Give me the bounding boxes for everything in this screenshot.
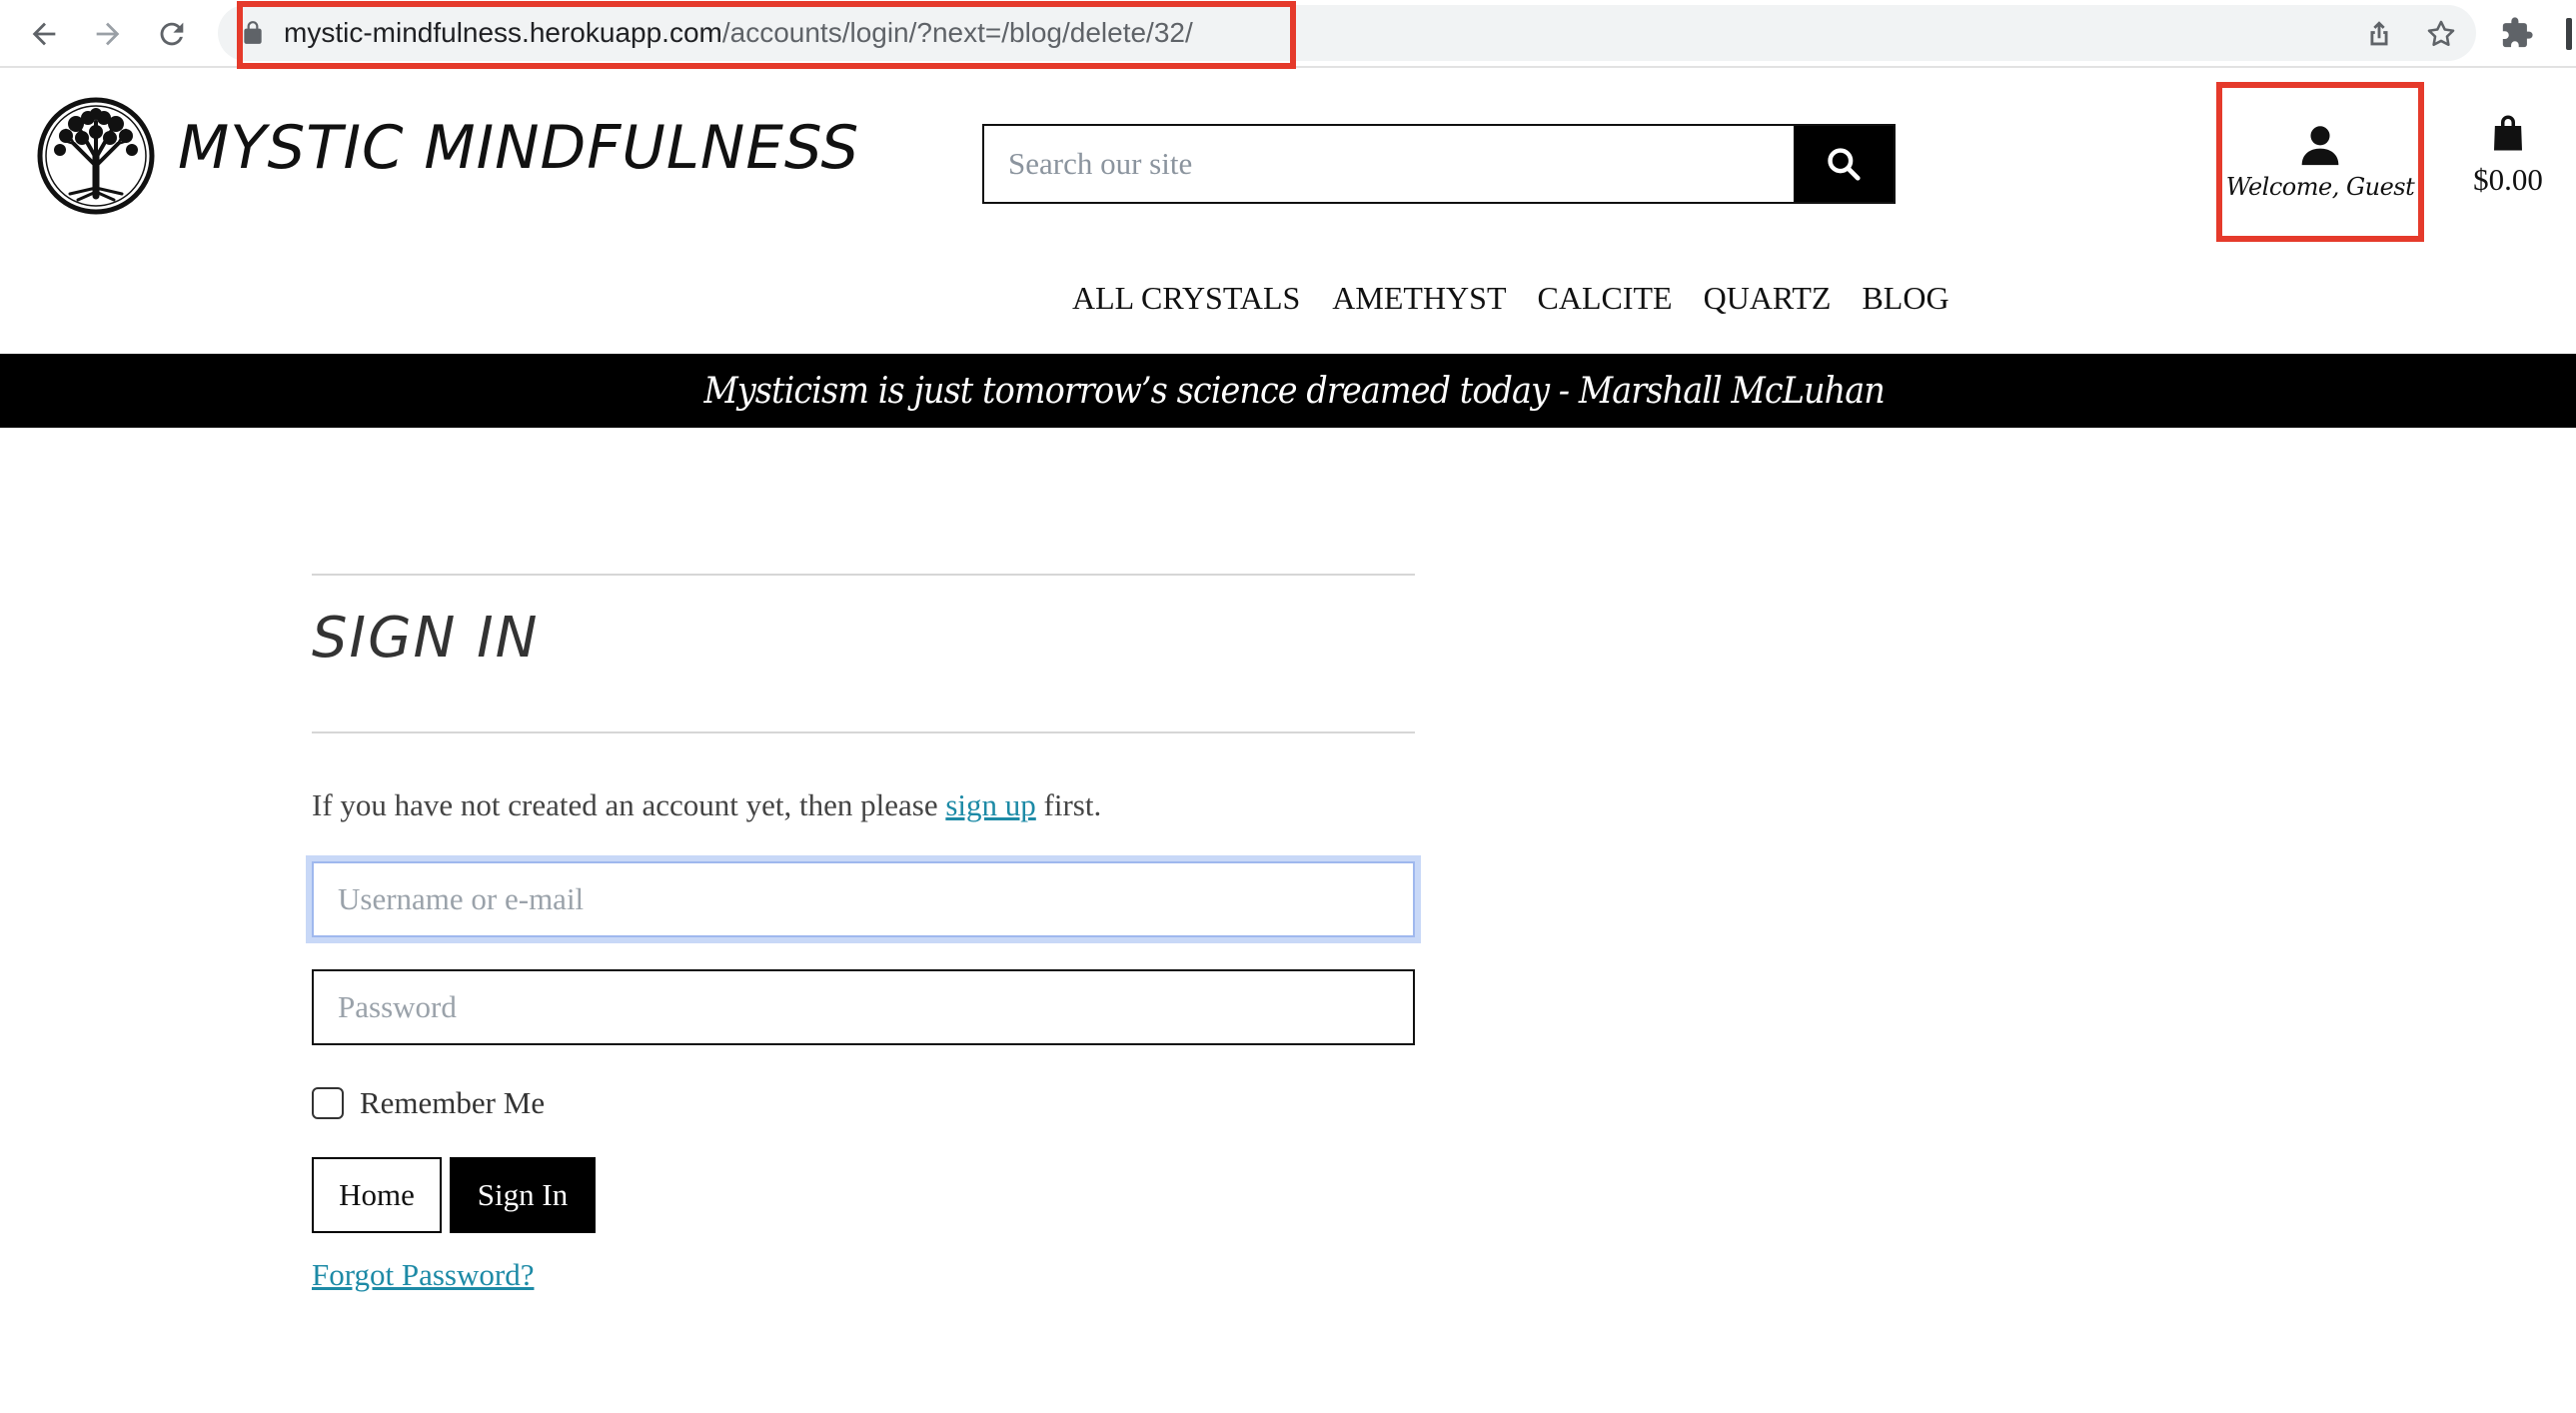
remember-me-checkbox[interactable]	[312, 1087, 344, 1119]
search-icon	[1828, 148, 1861, 181]
password-input[interactable]	[312, 969, 1415, 1045]
signup-prompt-before: If you have not created an account yet, …	[312, 787, 946, 822]
quote-banner: Mysticism is just tomorrow’s science dre…	[0, 354, 2576, 428]
extensions-puzzle-icon[interactable]	[2500, 16, 2534, 50]
nav-item-amethyst[interactable]: AMETHYST	[1332, 276, 1506, 320]
site-search-input[interactable]	[984, 126, 1794, 202]
arrow-left-icon	[32, 22, 56, 46]
arrow-right-icon	[96, 22, 120, 46]
page-title: SIGN IN	[312, 606, 540, 671]
remember-me-label[interactable]: Remember Me	[360, 1085, 545, 1121]
shopping-bag-icon	[2494, 115, 2522, 151]
signup-link[interactable]: sign up	[945, 787, 1035, 822]
tree-of-life-logo-icon[interactable]	[36, 96, 156, 216]
cart-total: $0.00	[2473, 162, 2543, 197]
nav-item-blog[interactable]: BLOG	[1862, 276, 1948, 320]
signup-prompt-after: first.	[1035, 787, 1102, 822]
forward-button[interactable]	[84, 10, 132, 58]
title-divider-top	[312, 574, 1415, 576]
forgot-password-link[interactable]: Forgot Password?	[312, 1255, 534, 1295]
user-icon	[2301, 126, 2339, 166]
reload-button[interactable]	[148, 10, 196, 58]
remember-me-row: Remember Me	[312, 1083, 545, 1123]
nav-item-quartz[interactable]: QUARTZ	[1704, 276, 1832, 320]
site-brand[interactable]: MYSTIC MINDFULNESS	[178, 108, 859, 188]
account-label: Welcome, Guest	[2225, 173, 2415, 201]
url-highlight-box	[237, 1, 1296, 69]
nav-item-all-crystals[interactable]: ALL CRYSTALS	[1072, 276, 1300, 320]
username-input[interactable]	[312, 861, 1415, 937]
reload-icon	[160, 22, 184, 46]
sign-in-button[interactable]: Sign In	[450, 1157, 596, 1233]
bookmark-star-icon[interactable]	[2424, 17, 2458, 51]
share-icon[interactable]	[2362, 17, 2396, 51]
search-button[interactable]	[1794, 126, 1894, 202]
title-divider-bottom	[312, 731, 1415, 733]
my-account-link[interactable]: Welcome, Guest	[2216, 82, 2424, 242]
main-nav: ALL CRYSTALS AMETHYST CALCITE QUARTZ BLO…	[1072, 276, 1949, 320]
profile-menu-edge[interactable]	[2566, 18, 2572, 50]
shopping-bag-link[interactable]: $0.00	[2466, 112, 2550, 212]
nav-item-calcite[interactable]: CALCITE	[1538, 276, 1673, 320]
site-search-form	[982, 124, 1896, 204]
home-button[interactable]: Home	[312, 1157, 442, 1233]
signup-prompt: If you have not created an account yet, …	[312, 785, 1101, 825]
back-button[interactable]	[20, 10, 68, 58]
quote-text: Mysticism is just tomorrow’s science dre…	[703, 370, 1885, 412]
